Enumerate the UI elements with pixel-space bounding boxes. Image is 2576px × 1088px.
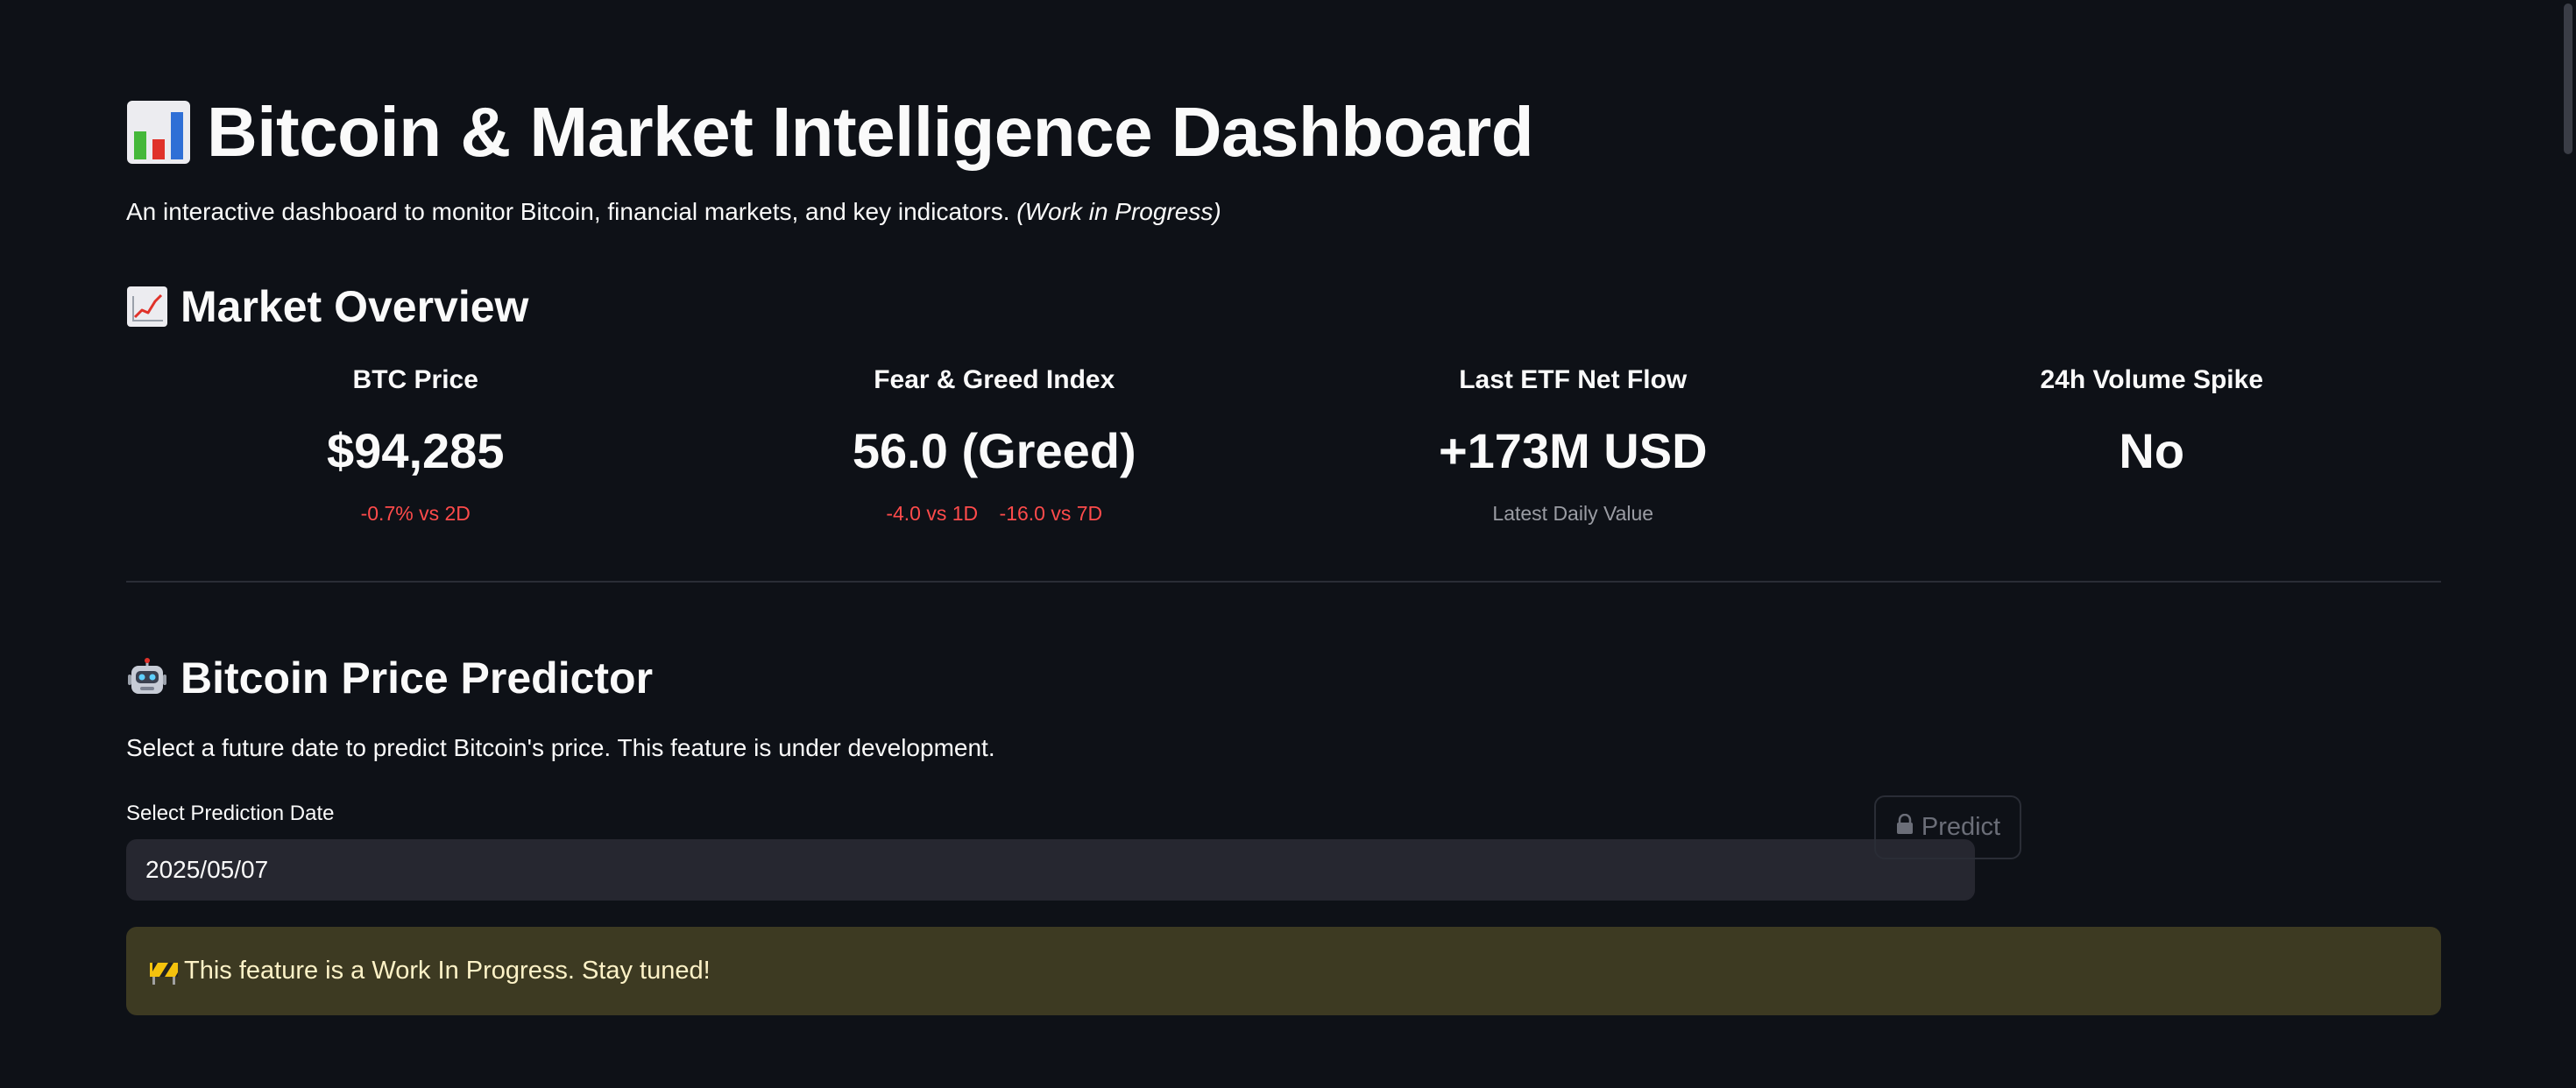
- construction-icon: [149, 957, 179, 986]
- predict-button-label: Predict: [1921, 813, 2001, 841]
- metric-volume-spike: 24h Volume Spike No: [1863, 361, 2442, 527]
- market-overview-heading: Market Overview: [126, 279, 528, 335]
- metric-deltas: -4.0 vs 1D -16.0 vs 7D: [705, 499, 1284, 527]
- metric-label: Last ETF Net Flow: [1459, 365, 1688, 394]
- wip-alert: This feature is a Work In Progress. Stay…: [126, 927, 2441, 1015]
- section-divider: [126, 581, 2441, 583]
- metric-value: +173M USD: [1438, 423, 1708, 478]
- metric-fear-greed: Fear & Greed Index 56.0 (Greed) -4.0 vs …: [705, 361, 1284, 527]
- page-title-text: Bitcoin & Market Intelligence Dashboard: [207, 93, 1534, 171]
- metrics-row: BTC Price $94,285 -0.7% vs 2D Fear & Gre…: [126, 361, 2441, 527]
- predict-button[interactable]: Predict: [1874, 795, 2021, 859]
- metric-value: 56.0 (Greed): [852, 423, 1136, 478]
- page-scrollbar[interactable]: [2558, 0, 2576, 1088]
- page-subtitle: An interactive dashboard to monitor Bitc…: [126, 198, 1221, 226]
- metric-deltas: Latest Daily Value: [1284, 499, 1863, 527]
- metric-deltas: -0.7% vs 2D: [126, 499, 705, 527]
- metric-delta-1d: -4.0 vs 1D: [886, 502, 979, 525]
- metric-note: Latest Daily Value: [1492, 502, 1654, 525]
- subtitle-text: An interactive dashboard to monitor Bitc…: [126, 198, 1010, 225]
- page-title: Bitcoin & Market Intelligence Dashboard: [126, 84, 1534, 180]
- metric-value: No: [2119, 423, 2185, 478]
- metric-delta-7d: -16.0 vs 7D: [999, 502, 1103, 525]
- metric-delta: -0.7% vs 2D: [360, 502, 471, 525]
- subtitle-note: (Work in Progress): [1016, 198, 1221, 225]
- chart-increasing-icon: [126, 286, 168, 328]
- metric-label: Fear & Greed Index: [874, 365, 1115, 394]
- metric-value: $94,285: [327, 423, 505, 478]
- prediction-date-input[interactable]: [126, 839, 1975, 901]
- date-input-label: Select Prediction Date: [126, 802, 335, 825]
- app-page: Bitcoin & Market Intelligence Dashboard …: [0, 0, 2576, 1088]
- metric-btc-price: BTC Price $94,285 -0.7% vs 2D: [126, 361, 705, 527]
- bar-chart-icon: [126, 100, 191, 165]
- predictor-heading: Bitcoin Price Predictor: [126, 650, 653, 706]
- scrollbar-thumb[interactable]: [2564, 4, 2572, 154]
- alert-text: This feature is a Work In Progress. Stay…: [184, 957, 711, 985]
- metric-label: BTC Price: [352, 365, 478, 394]
- lock-icon: [1895, 813, 1914, 842]
- predictor-description: Select a future date to predict Bitcoin'…: [126, 734, 995, 761]
- market-overview-title: Market Overview: [180, 282, 529, 331]
- predictor-title: Bitcoin Price Predictor: [180, 654, 654, 703]
- metric-etf-flow: Last ETF Net Flow +173M USD Latest Daily…: [1284, 361, 1863, 527]
- metric-deltas: [1863, 499, 2442, 527]
- metric-label: 24h Volume Spike: [2040, 365, 2264, 394]
- robot-icon: [126, 657, 168, 699]
